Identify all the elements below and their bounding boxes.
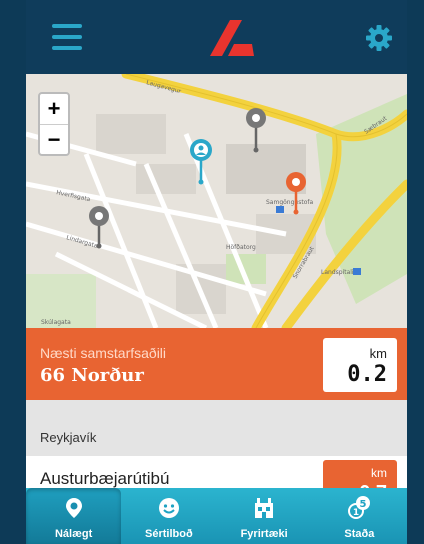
zoom-in-button[interactable]: +	[40, 94, 68, 124]
tab-label: Staða	[344, 528, 375, 540]
brand-logo	[210, 20, 254, 56]
location-pin-icon	[65, 498, 82, 518]
top-bar	[26, 0, 407, 74]
hamburger-menu-icon[interactable]	[52, 24, 82, 50]
tab-label: Sértilboð	[145, 528, 193, 540]
gear-icon[interactable]	[365, 24, 393, 52]
map-canvas: Laugavegur Hverfisgata Lindargata Sæbrau…	[26, 74, 407, 328]
tab-fyrirtaeki[interactable]: Fyrirtæki	[217, 488, 312, 544]
section-header: Reykjavík	[40, 430, 97, 445]
distance-value: 0.2	[347, 362, 387, 387]
svg-text:Höfðatorg: Höfðatorg	[226, 244, 256, 251]
tab-sertilbod[interactable]: Sértilboð	[121, 488, 216, 544]
coins-badge-icon: 1 5	[348, 496, 371, 519]
tab-stada[interactable]: 1 5 Staða	[312, 488, 407, 544]
nearest-partner-banner[interactable]: Næsti samstarfsaðili 66 Norður km 0.2	[26, 328, 407, 400]
tab-label: Fyrirtæki	[240, 528, 288, 540]
zoom-control: + −	[38, 92, 70, 156]
svg-text:Landspítali: Landspítali	[321, 269, 354, 276]
distance-unit: km	[369, 346, 387, 361]
nearest-partner-name: 66 Norður	[40, 365, 144, 386]
list-item-name: Austurbæjarútibú	[40, 469, 170, 488]
svg-text:1: 1	[353, 508, 359, 518]
tab-badge: 5	[360, 499, 367, 510]
svg-text:Skúlagata: Skúlagata	[41, 319, 71, 326]
zoom-out-button[interactable]: −	[40, 124, 68, 154]
nearest-partner-label: Næsti samstarfsaðili	[40, 345, 167, 361]
map-view[interactable]: Laugavegur Hverfisgata Lindargata Sæbrau…	[26, 74, 407, 328]
tab-nalaegt[interactable]: Nálægt	[26, 488, 122, 544]
partner-list: Reykjavík Austurbæjarútibú km 0.7	[26, 400, 407, 504]
storefront-icon	[255, 498, 274, 518]
svg-text:Lindargata: Lindargata	[65, 234, 98, 250]
bottom-tab-bar: Nálægt Sértilboð Fyrirtæki 1 5 Staða	[26, 488, 407, 544]
distance-badge: km 0.2	[323, 338, 397, 392]
distance-unit: km	[371, 466, 387, 480]
tab-label: Nálægt	[54, 528, 93, 540]
svg-text:Samgöngustofa: Samgöngustofa	[266, 199, 313, 206]
app-screen: Laugavegur Hverfisgata Lindargata Sæbrau…	[26, 0, 407, 544]
smiley-icon	[158, 498, 179, 518]
